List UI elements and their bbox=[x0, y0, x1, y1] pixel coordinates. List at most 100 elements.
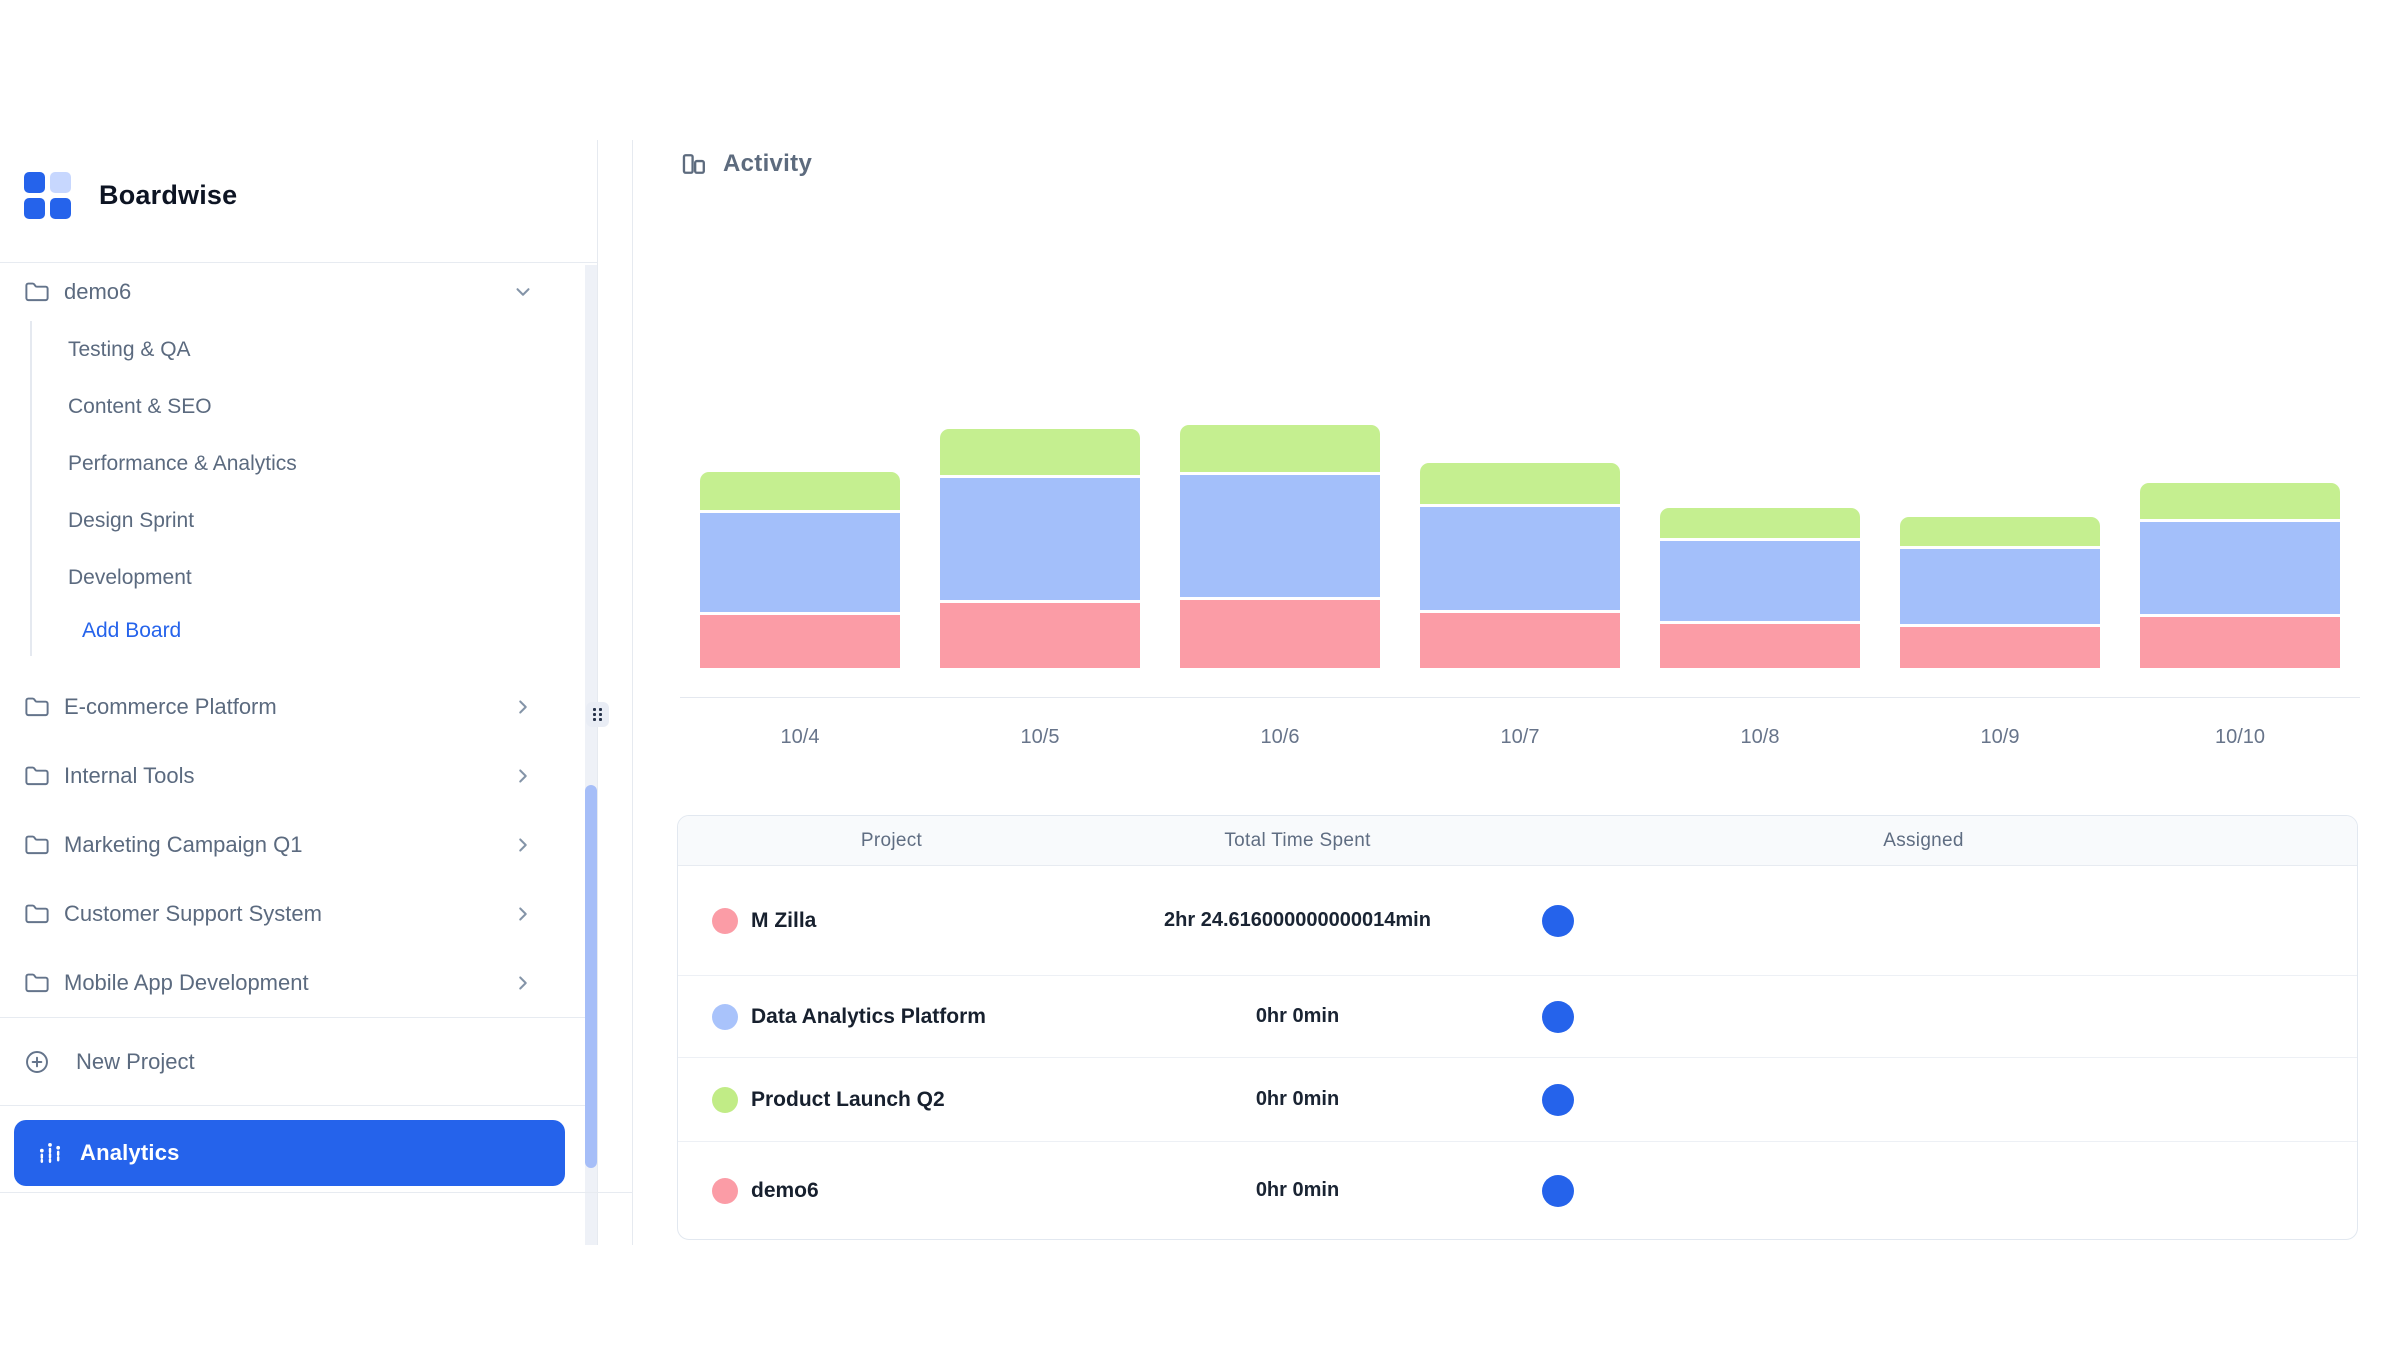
table-row-demo6[interactable]: demo6 0hr 0min bbox=[678, 1142, 2357, 1239]
x-tick-label: 10/8 bbox=[1640, 726, 1880, 749]
pink-segment bbox=[1180, 600, 1380, 668]
stacked-bar-10-5[interactable] bbox=[940, 429, 1140, 668]
total-time-value: 0hr 0min bbox=[1256, 1176, 1339, 1205]
logo-square bbox=[50, 198, 71, 219]
sidebar-resize-handle[interactable] bbox=[586, 702, 609, 727]
project-color-dot bbox=[712, 1178, 738, 1204]
total-time-value: 2hr 24.616000000000014min bbox=[1164, 906, 1431, 935]
time-cell: 0hr 0min bbox=[1105, 1002, 1490, 1031]
folder-icon bbox=[24, 901, 50, 927]
sidebar-item-mobile-app-development[interactable]: Mobile App Development bbox=[0, 948, 597, 1017]
project-label: Mobile App Development bbox=[64, 970, 309, 996]
stacked-bar-10-10[interactable] bbox=[2140, 483, 2340, 668]
pink-segment bbox=[1900, 627, 2100, 668]
assignee-avatar[interactable] bbox=[1542, 1001, 1574, 1033]
stacked-bar-10-6[interactable] bbox=[1180, 425, 1380, 668]
stacked-bar-10-8[interactable] bbox=[1660, 508, 1860, 668]
chevron-right-icon[interactable] bbox=[512, 834, 534, 856]
project-label: E-commerce Platform bbox=[64, 694, 277, 720]
bar-slot-10-10 bbox=[2120, 424, 2360, 668]
time-cell: 0hr 0min bbox=[1105, 1176, 1490, 1205]
column-header-total-time: Total Time Spent bbox=[1105, 830, 1490, 852]
periwinkle-segment bbox=[2140, 522, 2340, 614]
content-border bbox=[632, 140, 633, 1245]
assignee-avatar[interactable] bbox=[1542, 1084, 1574, 1116]
new-project-button[interactable]: New Project bbox=[0, 1018, 597, 1105]
divider bbox=[0, 1105, 597, 1106]
table-row-m-zilla[interactable]: M Zilla 2hr 24.616000000000014min bbox=[678, 866, 2357, 976]
assignee-avatar[interactable] bbox=[1542, 1175, 1574, 1207]
time-cell: 2hr 24.616000000000014min bbox=[1105, 906, 1490, 935]
sidebar-scrollbar-thumb[interactable] bbox=[585, 785, 597, 1168]
sidebar: Boardwise demo6Testing & QAContent & SEO… bbox=[0, 0, 597, 1186]
assigned-cell bbox=[1490, 1001, 2357, 1033]
board-item-design-sprint[interactable]: Design Sprint bbox=[32, 492, 597, 549]
sidebar-item-internal-tools[interactable]: Internal Tools bbox=[0, 741, 597, 810]
activity-stacked-bar-chart bbox=[680, 424, 2360, 668]
x-tick-label: 10/7 bbox=[1400, 726, 1640, 749]
section-title: Activity bbox=[723, 150, 812, 178]
stacked-bar-10-9[interactable] bbox=[1900, 517, 2100, 668]
project-cell: demo6 bbox=[678, 1178, 1105, 1204]
x-tick-label: 10/10 bbox=[2120, 726, 2360, 749]
project-color-dot bbox=[712, 1004, 738, 1030]
board-item-development[interactable]: Development bbox=[32, 549, 597, 606]
assigned-cell bbox=[1490, 1175, 2357, 1207]
stacked-bar-10-7[interactable] bbox=[1420, 463, 1620, 668]
new-project-label: New Project bbox=[76, 1049, 195, 1075]
table-row-data-analytics-platform[interactable]: Data Analytics Platform 0hr 0min bbox=[678, 976, 2357, 1058]
x-axis-line bbox=[680, 697, 2360, 698]
stacked-bar-10-4[interactable] bbox=[700, 472, 900, 668]
board-item-testing-qa[interactable]: Testing & QA bbox=[32, 321, 597, 378]
sidebar-item-e-commerce-platform[interactable]: E-commerce Platform bbox=[0, 672, 597, 741]
chevron-right-icon[interactable] bbox=[512, 696, 534, 718]
sidebar-item-demo6[interactable]: demo6 bbox=[0, 263, 597, 321]
green-segment bbox=[1900, 517, 2100, 546]
x-tick-label: 10/6 bbox=[1160, 726, 1400, 749]
periwinkle-segment bbox=[940, 478, 1140, 600]
project-cell: M Zilla bbox=[678, 908, 1105, 934]
assignee-avatar[interactable] bbox=[1542, 905, 1574, 937]
app-title: Boardwise bbox=[99, 180, 237, 211]
table-header-row: Project Total Time Spent Assigned bbox=[678, 816, 2357, 866]
total-time-value: 0hr 0min bbox=[1256, 1002, 1339, 1031]
sidebar-item-customer-support-system[interactable]: Customer Support System bbox=[0, 879, 597, 948]
sidebar-item-analytics[interactable]: Analytics bbox=[14, 1120, 565, 1186]
x-axis-labels: 10/410/510/610/710/810/910/10 bbox=[680, 726, 2360, 749]
logo-square bbox=[24, 198, 45, 219]
chevron-right-icon[interactable] bbox=[512, 765, 534, 787]
pink-segment bbox=[2140, 617, 2340, 668]
chevron-right-icon[interactable] bbox=[512, 972, 534, 994]
logo-square bbox=[50, 172, 71, 193]
x-tick-label: 10/4 bbox=[680, 726, 920, 749]
project-name: Data Analytics Platform bbox=[751, 1005, 986, 1029]
periwinkle-segment bbox=[1420, 507, 1620, 610]
x-tick-label: 10/9 bbox=[1880, 726, 2120, 749]
x-tick-label: 10/5 bbox=[920, 726, 1160, 749]
board-item-performance-analytics[interactable]: Performance & Analytics bbox=[32, 435, 597, 492]
add-board-link[interactable]: Add Board bbox=[32, 606, 597, 656]
sidebar-item-marketing-campaign-q1[interactable]: Marketing Campaign Q1 bbox=[0, 810, 597, 879]
pink-segment bbox=[1660, 624, 1860, 668]
board-item-content-seo[interactable]: Content & SEO bbox=[32, 378, 597, 435]
time-spent-table: Project Total Time Spent Assigned M Zill… bbox=[677, 815, 2358, 1240]
plus-circle-icon bbox=[24, 1049, 50, 1075]
time-cell: 0hr 0min bbox=[1105, 1085, 1490, 1114]
table-row-product-launch-q2[interactable]: Product Launch Q20hr 0min bbox=[678, 1058, 2357, 1142]
sidebar-bottom-divider bbox=[0, 1192, 633, 1193]
bar-chart-icon bbox=[680, 150, 708, 178]
bar-slot-10-4 bbox=[680, 424, 920, 668]
boardwise-logo-icon bbox=[24, 172, 71, 219]
pink-segment bbox=[700, 615, 900, 668]
collapsed-projects-group: E-commerce Platform Internal ToolsMarketi… bbox=[0, 672, 597, 1017]
chevron-right-icon[interactable] bbox=[512, 903, 534, 925]
periwinkle-segment bbox=[700, 513, 900, 612]
chevron-down-icon[interactable] bbox=[512, 281, 534, 303]
green-segment bbox=[1180, 425, 1380, 472]
table-body: M Zilla 2hr 24.616000000000014min Data Ana… bbox=[678, 866, 2357, 1239]
column-header-assigned: Assigned bbox=[1490, 830, 2357, 852]
grip-dots-icon bbox=[593, 708, 602, 721]
activity-header: Activity bbox=[680, 150, 812, 178]
green-segment bbox=[1420, 463, 1620, 504]
sidebar-border bbox=[597, 140, 598, 1245]
